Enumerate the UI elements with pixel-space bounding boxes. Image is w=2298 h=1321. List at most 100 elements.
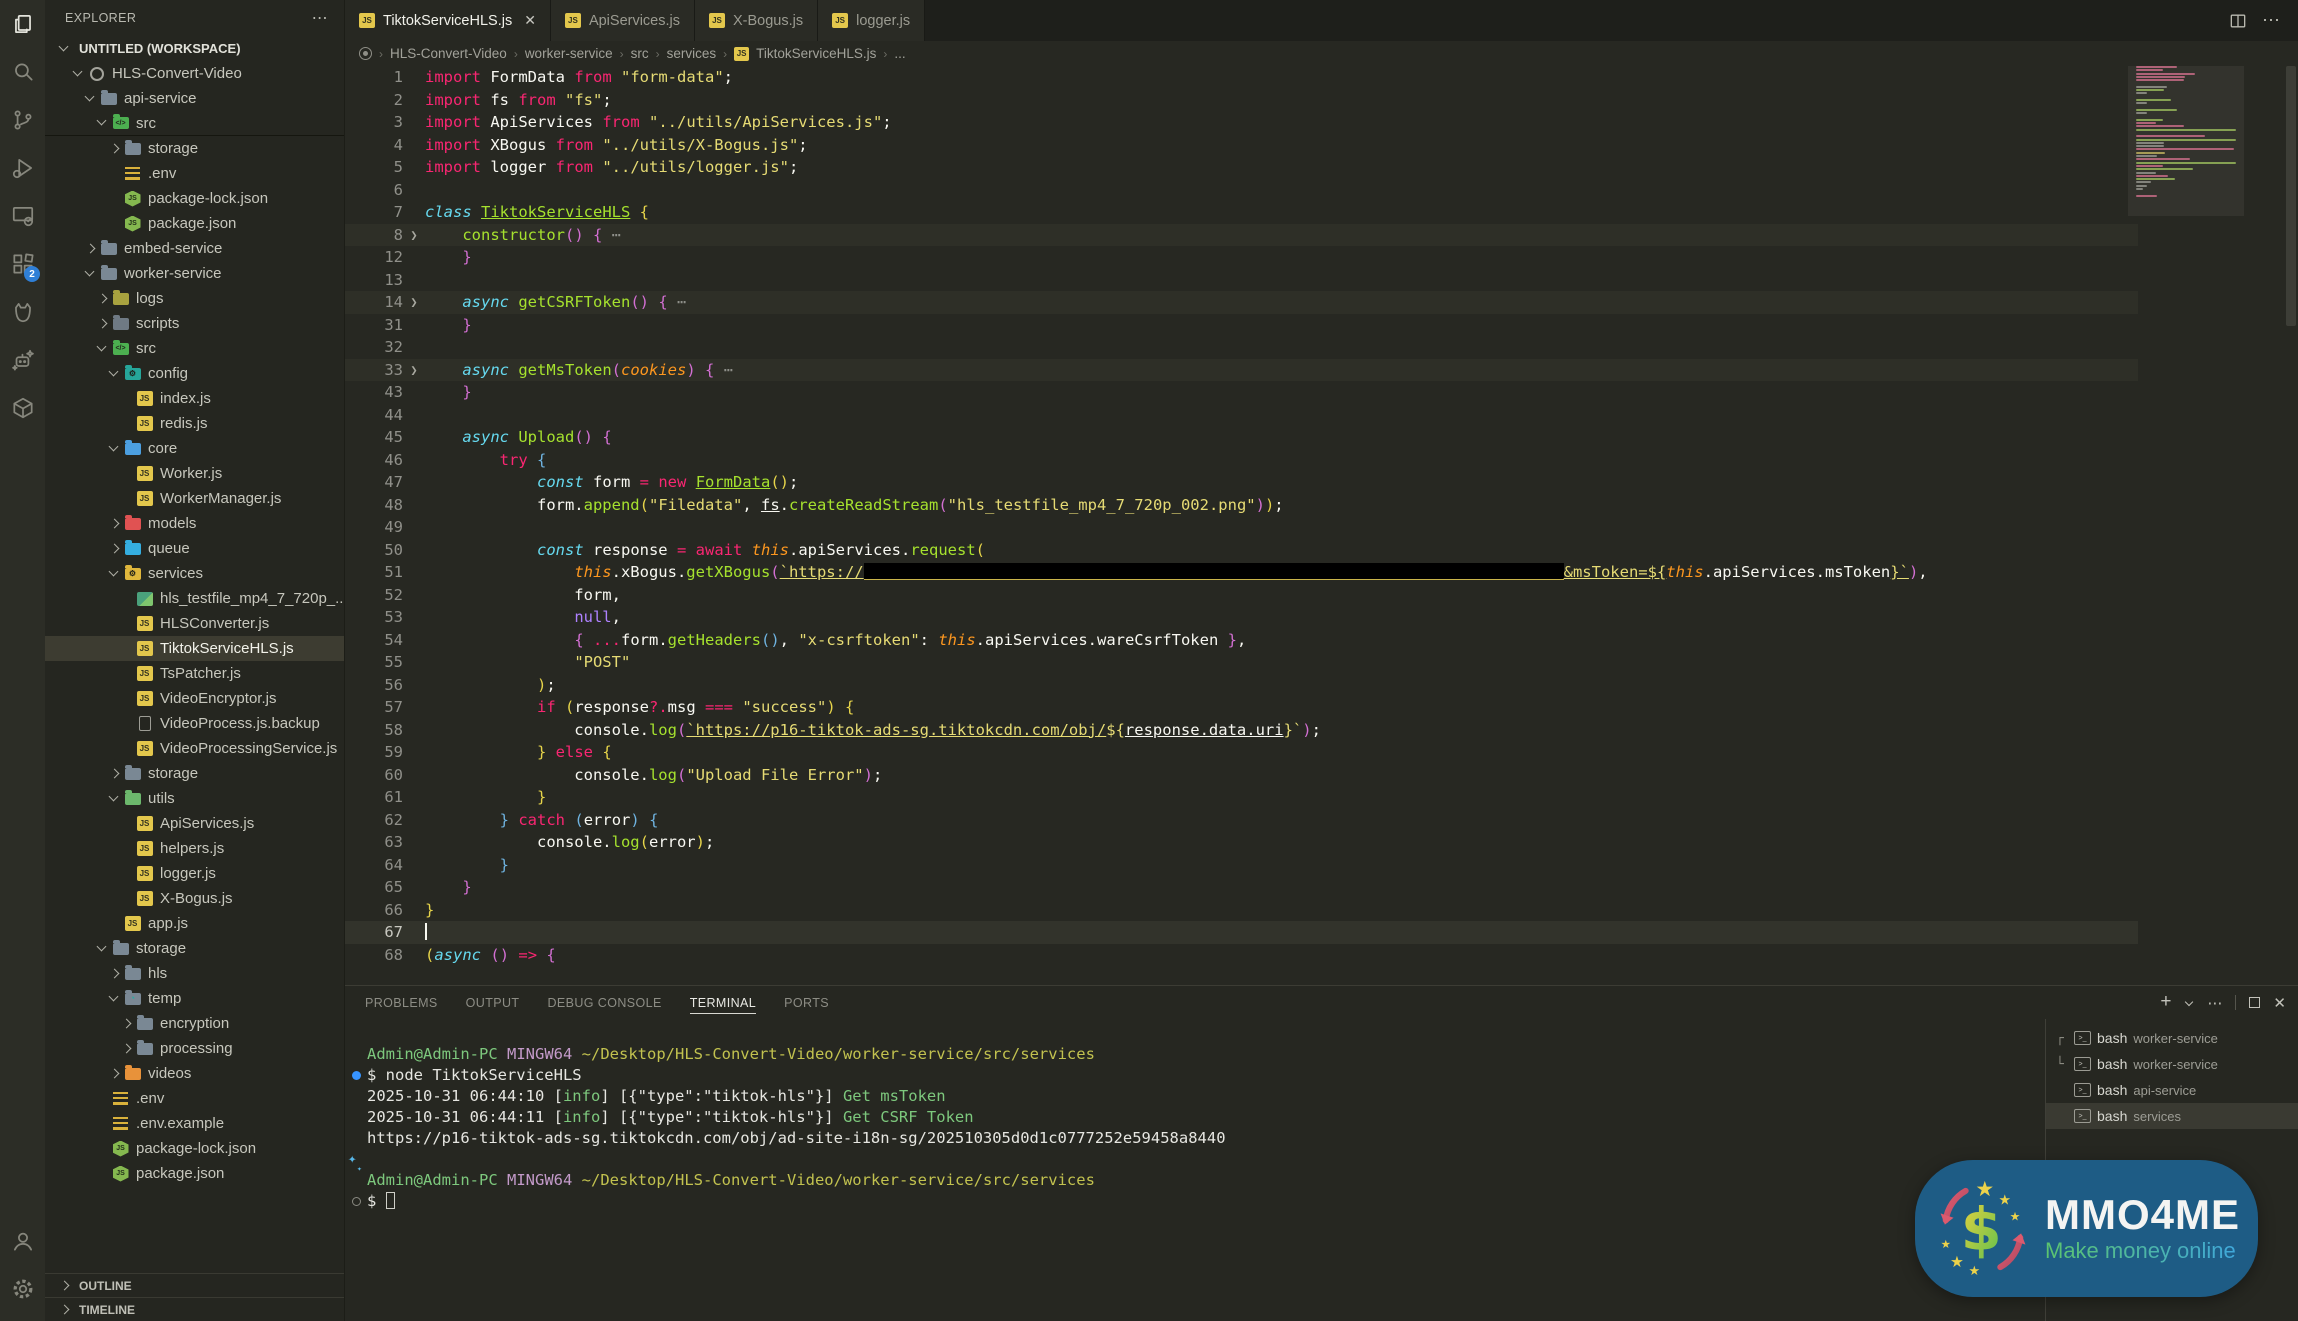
breadcrumb-item[interactable]: HLS-Convert-Video (390, 46, 507, 61)
tree-item-videos[interactable]: videos (45, 1061, 344, 1086)
tree-item-scripts[interactable]: scripts (45, 311, 344, 336)
tree-item-env[interactable]: .env (45, 161, 344, 186)
tree-item-worker-js[interactable]: JSWorker.js (45, 461, 344, 486)
breadcrumb-item[interactable]: ... (894, 46, 905, 61)
tab-logger-js[interactable]: JSlogger.js (818, 0, 925, 41)
tree-item-hlsconverter-js[interactable]: JSHLSConverter.js (45, 611, 344, 636)
chevron-right-icon[interactable] (119, 1042, 133, 1056)
tree-item-storage[interactable]: storage (45, 936, 344, 961)
new-terminal-icon[interactable]: + (2160, 991, 2171, 1013)
tree-item-videoencryptor-js[interactable]: JSVideoEncryptor.js (45, 686, 344, 711)
chevron-right-icon[interactable] (107, 542, 121, 556)
chevron-down-icon[interactable] (95, 942, 109, 956)
activity-item-settings-icon[interactable] (0, 1265, 45, 1313)
breadcrumb-item[interactable]: TiktokServiceHLS.js (756, 46, 876, 61)
breadcrumb-item[interactable]: worker-service (525, 46, 613, 61)
tree-item-src[interactable]: </>src (45, 336, 344, 361)
chevron-down-icon[interactable] (83, 92, 97, 106)
tree-item-services[interactable]: ⚙services (45, 561, 344, 586)
chevron-down-icon[interactable] (107, 567, 121, 581)
tree-item-env-example[interactable]: .env.example (45, 1111, 344, 1136)
activity-item-source-control-icon[interactable] (0, 96, 45, 144)
activity-item-containers-icon[interactable] (0, 384, 45, 432)
tree-item-redis-js[interactable]: JSredis.js (45, 411, 344, 436)
tree-item-storage[interactable]: storage (45, 136, 344, 161)
activity-item-search-icon[interactable] (0, 48, 45, 96)
tree-item-apiservices-js[interactable]: JSApiServices.js (45, 811, 344, 836)
panel-tab-terminal[interactable]: TERMINAL (690, 986, 756, 1019)
tree-item-helpers-js[interactable]: JShelpers.js (45, 836, 344, 861)
code-editor[interactable]: 1import FormData from "form-data";2impor… (345, 66, 2298, 985)
chevron-down-icon[interactable] (71, 67, 85, 81)
terminal-instance-worker-service[interactable]: └>_bashworker-service (2046, 1051, 2298, 1077)
tree-item-app-js[interactable]: JSapp.js (45, 911, 344, 936)
chevron-right-icon[interactable] (83, 242, 97, 256)
tree-item-videoprocessingservice-js[interactable]: JSVideoProcessingService.js (45, 736, 344, 761)
tree-item-tspatcher-js[interactable]: JSTsPatcher.js (45, 661, 344, 686)
tree-item-src[interactable]: </>src (45, 111, 344, 136)
tree-item-core[interactable]: core (45, 436, 344, 461)
chevron-right-icon[interactable] (95, 292, 109, 306)
chevron-right-icon[interactable] (107, 1067, 121, 1081)
chevron-down-icon[interactable] (107, 367, 121, 381)
tree-item-worker-service[interactable]: worker-service (45, 261, 344, 286)
fold-collapsed-icon[interactable]: ❯ (403, 359, 425, 382)
breadcrumb-item[interactable]: src (631, 46, 649, 61)
terminal-instance-worker-service[interactable]: ┌>_bashworker-service (2046, 1025, 2298, 1051)
panel-tab-ports[interactable]: PORTS (784, 986, 829, 1019)
fold-collapsed-icon[interactable]: ❯ (403, 224, 425, 247)
tree-item-workermanager-js[interactable]: JSWorkerManager.js (45, 486, 344, 511)
activity-item-gitlab-icon[interactable] (0, 288, 45, 336)
tree-item-models[interactable]: models (45, 511, 344, 536)
outline-section[interactable]: OUTLINE (45, 1273, 344, 1297)
chevron-right-icon[interactable] (95, 317, 109, 331)
tree-item-hls-testfile-mp4-7-720p[interactable]: hls_testfile_mp4_7_720p_... (45, 586, 344, 611)
close-panel-icon[interactable]: ✕ (2273, 994, 2286, 1012)
terminal-instance-services[interactable]: >_bashservices (2046, 1103, 2298, 1129)
activity-item-ai-assistant-icon[interactable] (0, 336, 45, 384)
panel-tab-output[interactable]: OUTPUT (466, 986, 520, 1019)
tree-item-package-lock-json[interactable]: JSpackage-lock.json (45, 186, 344, 211)
chevron-down-icon[interactable] (95, 342, 109, 356)
tree-item-hls-convert-video[interactable]: HLS-Convert-Video (45, 61, 344, 86)
tree-item-x-bogus-js[interactable]: JSX-Bogus.js (45, 886, 344, 911)
activity-item-explorer-icon[interactable] (0, 0, 45, 48)
terminal-output[interactable]: Admin@Admin-PC MINGW64 ~/Desktop/HLS-Con… (345, 1019, 2045, 1321)
chevron-right-icon[interactable] (119, 1017, 133, 1031)
tree-item-queue[interactable]: queue (45, 536, 344, 561)
chevron-right-icon[interactable] (107, 517, 121, 531)
chevron-down-icon[interactable] (107, 992, 121, 1006)
panel-tab-debug-console[interactable]: DEBUG CONSOLE (547, 986, 661, 1019)
maximize-panel-icon[interactable] (2249, 997, 2260, 1008)
chevron-right-icon[interactable] (107, 767, 121, 781)
tree-item-hls[interactable]: hls (45, 961, 344, 986)
tree-item-temp[interactable]: ◔temp (45, 986, 344, 1011)
tree-item-tiktokservicehls-js[interactable]: JSTiktokServiceHLS.js (45, 636, 344, 661)
chevron-right-icon[interactable] (107, 142, 121, 156)
tree-item-package-json[interactable]: JSpackage.json (45, 211, 344, 236)
tab-tiktokservicehls-js[interactable]: JSTiktokServiceHLS.js✕ (345, 0, 551, 41)
minimap-slider[interactable] (2128, 66, 2244, 216)
tab-x-bogus-js[interactable]: JSX-Bogus.js (695, 0, 818, 41)
activity-item-extensions-icon[interactable]: 2 (0, 240, 45, 288)
chevron-down-icon[interactable] (95, 116, 109, 130)
workspace-root-item[interactable]: UNTITLED (WORKSPACE) (45, 36, 344, 61)
editor-more-actions-icon[interactable]: ⋯ (2262, 10, 2280, 31)
close-tab-icon[interactable]: ✕ (524, 12, 536, 29)
tree-item-storage[interactable]: storage (45, 761, 344, 786)
chevron-right-icon[interactable] (107, 967, 121, 981)
tree-item-logger-js[interactable]: JSlogger.js (45, 861, 344, 886)
panel-tab-problems[interactable]: PROBLEMS (365, 986, 438, 1019)
split-editor-icon[interactable] (2228, 11, 2248, 31)
activity-item-run-and-debug-icon[interactable] (0, 144, 45, 192)
chevron-down-icon[interactable] (83, 267, 97, 281)
tree-item-package-lock-json[interactable]: JSpackage-lock.json (45, 1136, 344, 1161)
chevron-down-icon[interactable] (107, 442, 121, 456)
tree-item-utils[interactable]: utils (45, 786, 344, 811)
tree-item-embed-service[interactable]: embed-service (45, 236, 344, 261)
tree-item-api-service[interactable]: api-service (45, 86, 344, 111)
explorer-more-actions-icon[interactable]: ⋯ (312, 8, 328, 28)
tree-item-videoprocess-js-backup[interactable]: VideoProcess.js.backup (45, 711, 344, 736)
tab-apiservices-js[interactable]: JSApiServices.js (551, 0, 695, 41)
timeline-section[interactable]: TIMELINE (45, 1297, 344, 1321)
